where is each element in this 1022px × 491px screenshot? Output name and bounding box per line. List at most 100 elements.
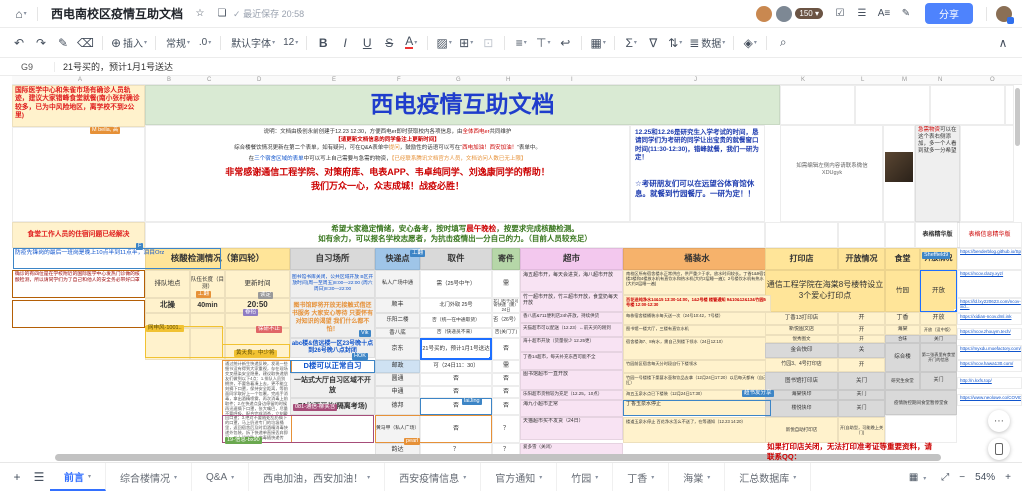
cell[interactable]: 否（26号） [492,313,520,328]
cell[interactable]: 12.25和12.26是研究生入学考试的时间，恳请同学们为考研的同学让出宝贵的就… [633,128,763,178]
cell[interactable]: 新悦图文店 [765,325,838,335]
bold-icon[interactable]: B [315,33,331,53]
cell[interactable]: 说明：文档由极创永前创建于12.23 12:30，方便西电er即时获取校内各项信… [150,128,625,136]
cell[interactable]: 丁香 [885,312,920,325]
cell[interactable]: 每栋宿舍楼桶装水每天送一次（24号10:42，7号楼） [623,312,771,325]
link-cell[interactable]: https://ld.lxy220623.com/ncov-xid... [957,298,1022,313]
cell[interactable]: 丁香14超市，每天补充东西可能不全 [520,352,623,370]
cell[interactable] [920,270,957,312]
cell[interactable]: 竹园前区宿舍每天分时段自行下楼领水 [623,360,771,373]
sheet-tab-竹园[interactable]: 竹园▾ [557,463,613,491]
vertical-scrollbar[interactable] [1015,88,1020,146]
cell[interactable]: 通信工程学院在海棠8号楼特设立3个爱心打印点 [765,270,885,312]
cell[interactable]: 超市 [520,248,623,270]
cell[interactable]: 楼道玉泉水停止 百花净水怎么不送了，在等通知（12.23 14:20） [623,417,771,443]
cell[interactable]: 综合楼 [885,343,920,372]
cell[interactable]: 否（快递员不来） [420,328,492,338]
cell[interactable]: 自习场所 [290,248,375,270]
insert-button[interactable]: ⊕插入▾ [111,33,147,53]
sum-icon[interactable]: Σ▾ [623,33,639,53]
home-icon[interactable]: ⌂▾ [13,4,29,24]
cell[interactable]: 第二张表里有食堂开门的信息 [920,343,957,372]
cell[interactable]: 图书馆书库关闭，公共区域开放 B区开放时间(周一至周五)8:00—22:00 (… [290,270,375,298]
cell[interactable]: 圆通 [375,373,420,386]
insert-chart-icon[interactable]: ▦▾ [590,33,606,53]
cell[interactable] [13,248,221,269]
cell[interactable]: 图书馆打印店 [765,372,838,390]
cell[interactable]: 海十超市开放（货量很少 12.25更） [520,337,623,352]
cell[interactable] [12,127,145,222]
collapse-toolbar-icon[interactable]: ∧ [995,33,1011,53]
cell[interactable]: 否 [420,386,492,398]
link-cell[interactable]: https://www.neolowe.co/COVID... [957,394,1022,406]
merge-cells-icon[interactable]: ⊡ [480,33,496,53]
cell[interactable]: 开 [838,335,885,343]
search-icon[interactable]: ⌕ [775,33,791,53]
cell[interactable]: 海九小超市正常 [520,400,623,417]
cell[interactable]: 国际医学中心和朱雀市场有确诊人员轨迹，建议大家错峰食堂就餐(南小张村确诊较多，已… [12,85,145,127]
cell[interactable] [838,222,885,248]
cell[interactable]: 图书馆超市一直开放 [520,370,623,390]
cell[interactable]: 桶装水 [623,248,771,270]
cell[interactable] [623,400,771,416]
cell[interactable]: 楼悦快印 [765,400,838,417]
column-header-H[interactable]: H [506,77,510,83]
cell[interactable]: 食堂 [885,248,920,270]
star-icon[interactable]: ☆ [192,4,208,24]
strikethrough-icon[interactable]: S [381,33,397,53]
number-format-button[interactable]: 常规▾ [164,33,190,53]
cell[interactable]: 开放（没中饭） [920,325,957,335]
cell[interactable]: 表格信息精华版 [957,222,1022,248]
cell[interactable]: ？ [492,415,520,443]
font-size-button[interactable]: 12▾ [281,33,298,53]
column-header-K[interactable]: K [801,77,805,83]
notes-icon[interactable]: A≡ [876,4,892,24]
cell[interactable]: 需 [492,360,520,373]
text-wrap-icon[interactable]: ↩ [557,33,573,53]
cell[interactable]: 如果打印店关闭，无法打印准考证等重要资料，请联系QQ： [765,441,937,461]
sheet-tab-官方通知[interactable]: 官方通知▾ [481,463,557,491]
column-header-B[interactable]: B [167,77,171,83]
cell[interactable] [780,85,855,125]
column-header-G[interactable]: G [456,77,461,83]
cell[interactable]: 否(关门了) [492,328,520,338]
cell[interactable]: 竹园一号楼楼下桑葚水壶和饮品去拿（12月24日17:20）以后每天都有（自己扛） [623,373,771,390]
sheet-tab-前言[interactable]: 前言▾ [50,463,106,491]
cell[interactable]: 北操 [145,298,190,313]
cell[interactable]: 疫情防控期间食堂暂停堂食 [885,390,957,415]
cell[interactable]: 40min [190,298,225,313]
menu-icon[interactable]: ☰ [854,4,870,24]
cell[interactable]: 金合快印 [765,343,838,358]
cell[interactable]: D楼可以正常自习 [290,360,375,373]
fullscreen-icon[interactable]: ⤢ [941,472,949,483]
cell[interactable] [960,125,1014,222]
cell[interactable]: 竹园 [885,270,920,312]
column-header-N[interactable]: N [938,77,942,83]
cell[interactable]: 开放情况 [838,248,885,270]
cell[interactable]: 开(自助型，可能晚上关门) [838,417,885,443]
photo-thumbnail[interactable] [885,152,913,182]
cell[interactable] [12,300,145,328]
link-cell[interactable]: http://n.kxfs.top/ [957,377,1022,389]
mobile-view-button[interactable] [988,438,1010,460]
cell[interactable]: 否 [492,373,520,386]
cell[interactable]: 排队地点 [145,270,190,298]
cell[interactable]: 一站式大厅自习区域不开放 [290,373,375,398]
cell[interactable]: 关门 [838,400,885,417]
link-cell[interactable]: https://ncov.zhouym.tech/ [957,328,1022,340]
cell[interactable]: 乐阳超市货物较为充足（12.25，10点） [520,390,623,400]
cell[interactable]: 关门 [838,390,885,400]
sheet-list-icon[interactable]: ☰ [31,467,47,487]
sheet-tab-汇总数据库[interactable]: 汇总数据库▾ [725,463,811,491]
cell[interactable]: 西电疫情互助文档 [145,86,780,124]
cell[interactable]: 非常感谢通信工程学院、对策府库、电表APP、韦卓纯同学、刘逸康同学的帮助！ [150,166,625,180]
cell[interactable]: 德邦 [375,398,420,415]
decimal-button[interactable]: .0▾ [196,33,212,53]
cell[interactable]: 确诊的有四位是在学校附近的国际医学中心发热门诊做的核酸检测，所以请同学们为了自己… [12,270,145,298]
spreadsheet-grid[interactable]: 国际医学中心和朱雀市场有确诊人员轨迹，建议大家错峰食堂就餐(南小张村确诊较多，已… [0,85,1022,462]
cell[interactable]: 表格精华版 [915,222,960,248]
cell[interactable]: 申通 [375,386,420,398]
cell[interactable] [375,415,492,443]
column-header-J[interactable]: J [694,77,697,83]
underline-icon[interactable]: U [359,33,375,53]
